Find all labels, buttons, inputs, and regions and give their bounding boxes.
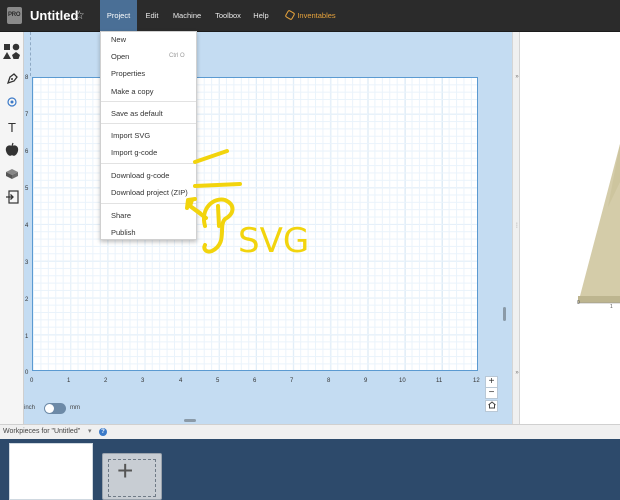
x-tick-label: 4 (179, 378, 183, 384)
help-icon[interactable]: ? (99, 428, 107, 436)
units-toggle[interactable]: inch mm (24, 402, 84, 416)
horizontal-scroll-handle[interactable] (184, 419, 196, 422)
x-tick-label: 8 (327, 378, 331, 384)
app-logo[interactable]: PRO (7, 7, 22, 24)
units-mm-label: mm (70, 405, 80, 411)
menu-item-share[interactable]: Share (111, 211, 131, 220)
menu-item-new[interactable]: New (111, 35, 126, 44)
menu-shortcut-open: Ctrl O (169, 53, 185, 59)
target-icon[interactable] (0, 91, 24, 113)
y-tick-label: 3 (25, 260, 29, 266)
x-tick-label: 7 (290, 378, 294, 384)
menu-item-save-as-default[interactable]: Save as default (111, 109, 163, 118)
add-workpiece-button[interactable]: + (102, 453, 162, 500)
tool-sidebar: T (0, 32, 24, 424)
x-tick-label: 11 (436, 378, 443, 384)
preview-axis-label: 0 (577, 300, 580, 306)
x-tick-label: 1 (67, 378, 71, 384)
menu-item-properties[interactable]: Properties (111, 69, 145, 78)
menu-toolbox[interactable]: Toolbox (210, 0, 246, 32)
y-tick-label: 5 (25, 186, 29, 192)
y-tick-label: 4 (25, 223, 29, 229)
top-bar: PRO Untitled ☆ Project Edit Machine Tool… (0, 0, 620, 32)
y-tick-label: 1 (25, 334, 29, 340)
units-inch-label: inch (24, 405, 36, 411)
import-icon[interactable] (0, 186, 24, 208)
plus-icon: + (117, 455, 134, 486)
menu-divider (101, 101, 196, 102)
x-tick-label: 10 (399, 378, 406, 384)
panel-splitter[interactable]: » ⋮ » (512, 32, 520, 424)
menu-item-download-gcode[interactable]: Download g-code (111, 171, 169, 180)
y-tick-label: 6 (25, 149, 29, 155)
design-grid[interactable] (32, 77, 478, 371)
menu-help[interactable]: Help (248, 0, 274, 32)
material-guide-line (30, 32, 31, 76)
project-menu-dropdown: New Open Ctrl O Properties Make a copy S… (100, 31, 197, 240)
x-tick-label: 12 (473, 378, 480, 384)
box-3d-icon[interactable] (0, 163, 24, 185)
workpieces-header: Workpieces for "Untitled" ▾ ? (0, 424, 620, 439)
x-tick-label: 6 (253, 378, 257, 384)
inventables-logo-icon (284, 9, 296, 21)
text-icon[interactable]: T (0, 116, 24, 138)
workpieces-tray: + (0, 439, 620, 500)
menu-item-import-svg[interactable]: Import SVG (111, 131, 150, 140)
chevron-down-icon[interactable]: ▾ (88, 427, 92, 435)
shapes-icon[interactable] (0, 40, 24, 62)
menu-machine[interactable]: Machine (167, 0, 207, 32)
menu-divider (101, 123, 196, 124)
preview-axis-label: 1 (610, 304, 613, 310)
3d-preview-panel[interactable]: 0 1 (520, 32, 620, 424)
app-window: PRO Untitled ☆ Project Edit Machine Tool… (0, 0, 620, 500)
x-tick-label: 3 (141, 378, 145, 384)
star-outline-icon[interactable]: ☆ (74, 8, 85, 22)
design-canvas-area: 8 7 6 5 4 3 2 1 0 0 1 2 3 4 5 6 7 8 9 10… (24, 32, 514, 424)
menu-item-open[interactable]: Open (111, 52, 129, 61)
pen-icon[interactable] (0, 68, 24, 90)
y-tick-label: 0 (25, 370, 29, 376)
apple-icon[interactable] (0, 138, 24, 160)
menu-project[interactable]: Project (100, 0, 137, 32)
x-tick-label: 2 (104, 378, 108, 384)
y-tick-label: 7 (25, 112, 29, 118)
zoom-out-button[interactable]: − (485, 387, 498, 399)
workpiece-thumbnail[interactable] (9, 443, 93, 500)
menu-divider (101, 163, 196, 164)
workpieces-label: Workpieces for "Untitled" (3, 428, 81, 435)
3d-preview-render (578, 144, 620, 304)
y-tick-label: 2 (25, 297, 29, 303)
x-tick-label: 9 (364, 378, 368, 384)
x-tick-label: 5 (216, 378, 220, 384)
vertical-scroll-handle[interactable] (503, 307, 506, 321)
home-view-button[interactable] (485, 400, 498, 412)
menu-item-publish[interactable]: Publish (111, 228, 136, 237)
menu-edit[interactable]: Edit (140, 0, 164, 32)
y-tick-label: 8 (25, 75, 29, 81)
menu-divider (101, 203, 196, 204)
menu-item-download-project-zip[interactable]: Download project (ZIP) (111, 188, 188, 197)
x-tick-label: 0 (30, 378, 34, 384)
project-title[interactable]: Untitled (30, 8, 78, 23)
home-icon (487, 401, 496, 409)
menu-item-import-gcode[interactable]: Import g-code (111, 148, 157, 157)
units-toggle-knob[interactable] (45, 404, 54, 413)
menu-item-make-a-copy[interactable]: Make a copy (111, 87, 154, 96)
menu-inventables[interactable]: Inventables (281, 0, 341, 32)
